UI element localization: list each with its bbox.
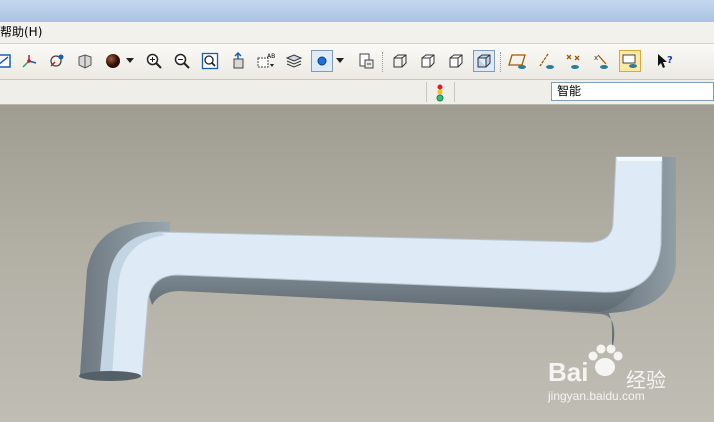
datum-axis-display-icon[interactable] xyxy=(535,50,557,72)
whats-this-icon[interactable]: ? xyxy=(654,50,676,72)
baidu-paw-logo xyxy=(588,344,623,376)
watermark-brand: Bai xyxy=(548,357,589,387)
svg-text:?: ? xyxy=(667,55,673,66)
zoom-in-icon[interactable] xyxy=(143,50,165,72)
chevron-down-icon[interactable] xyxy=(124,50,136,72)
saved-view-icon[interactable] xyxy=(355,50,377,72)
sketch-icon[interactable] xyxy=(0,50,14,72)
regen-status-light-icon[interactable] xyxy=(434,83,446,102)
watermark-url: jingyan.baidu.com xyxy=(548,389,645,403)
toolbar-separator-2 xyxy=(500,52,502,72)
svg-text:AB: AB xyxy=(267,53,275,60)
point-display-icon[interactable] xyxy=(563,50,585,72)
chevron-down-icon-2[interactable] xyxy=(334,50,346,72)
spin-point-icon[interactable] xyxy=(311,50,333,72)
annotation-icon[interactable]: AB xyxy=(255,50,277,72)
datum-plane-display-icon[interactable] xyxy=(507,50,529,72)
csys-display-icon[interactable]: x xyxy=(591,50,613,72)
selection-filter-select[interactable]: 智能 xyxy=(551,82,714,101)
shaded-cube-icon[interactable] xyxy=(473,50,495,72)
annotation-display-icon[interactable] xyxy=(619,50,641,72)
appearance-sphere-icon[interactable] xyxy=(102,50,124,72)
svg-text:x: x xyxy=(594,54,598,62)
status-divider xyxy=(426,82,427,102)
main-toolbar: AB x ? xyxy=(0,44,714,80)
datum-axis-icon[interactable] xyxy=(18,50,40,72)
menu-bar: 帮助(H) xyxy=(0,22,714,44)
zoom-out-icon[interactable] xyxy=(171,50,193,72)
hidden-line-icon[interactable] xyxy=(417,50,439,72)
window-title-bar xyxy=(0,0,714,22)
status-divider xyxy=(454,82,455,102)
no-hidden-icon[interactable] xyxy=(445,50,467,72)
toolbar-separator xyxy=(382,52,384,72)
spin-center-icon[interactable] xyxy=(46,50,68,72)
menu-help[interactable]: 帮助(H) xyxy=(0,22,42,43)
shading-icon[interactable] xyxy=(74,50,96,72)
wireframe-icon[interactable] xyxy=(389,50,411,72)
layers-icon[interactable] xyxy=(283,50,305,72)
named-view-icon[interactable] xyxy=(227,50,249,72)
refit-icon[interactable] xyxy=(199,50,221,72)
